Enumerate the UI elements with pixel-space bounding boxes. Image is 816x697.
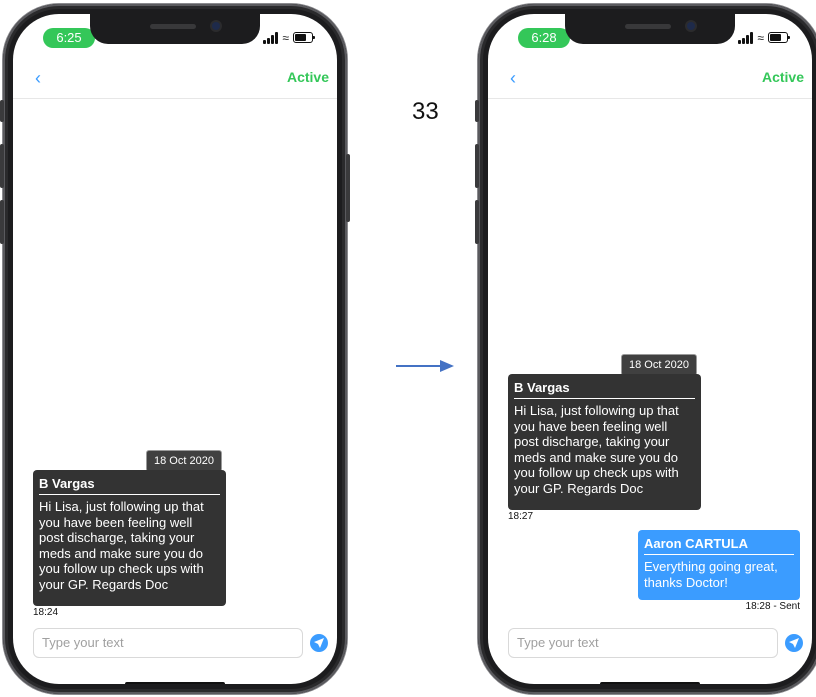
- wifi-icon: ≈: [757, 31, 764, 45]
- mute-switch: [0, 100, 4, 122]
- message-text: Everything going great, thanks Doctor!: [644, 559, 778, 590]
- message-text: Hi Lisa, just following up that you have…: [514, 403, 679, 496]
- message-time: 18:24: [33, 607, 59, 618]
- power-button: [346, 154, 350, 222]
- status-time: 6:25: [43, 28, 95, 48]
- status-icons: ≈: [263, 30, 315, 45]
- message-input[interactable]: Type your text: [508, 628, 778, 658]
- paper-plane-icon: [314, 638, 324, 648]
- battery-icon: [293, 32, 315, 43]
- battery-icon: [768, 32, 790, 43]
- home-indicator[interactable]: [125, 682, 225, 684]
- status-time: 6:28: [518, 28, 570, 48]
- outgoing-message-bubble[interactable]: Aaron CARTULA Everything going great, th…: [638, 530, 800, 600]
- message-input[interactable]: Type your text: [33, 628, 303, 658]
- chat-status: Active: [761, 69, 804, 85]
- step-number: 33: [412, 98, 439, 125]
- message-text: Hi Lisa, just following up that you have…: [39, 499, 204, 592]
- send-button[interactable]: [785, 634, 803, 652]
- signal-icon: [738, 32, 754, 44]
- wifi-icon: ≈: [282, 31, 289, 45]
- nav-bar: ‹ Active: [13, 58, 337, 99]
- screen-left: 6:25 ≈ ‹ Active 18 Oct 2020 B Vargas Hi …: [13, 14, 337, 684]
- back-button[interactable]: ‹: [35, 68, 41, 88]
- back-button[interactable]: ‹: [510, 68, 516, 88]
- incoming-message-bubble[interactable]: B Vargas Hi Lisa, just following up that…: [508, 374, 701, 510]
- mute-switch: [475, 100, 479, 122]
- volume-down-button: [475, 200, 479, 244]
- message-sender: B Vargas: [39, 476, 220, 495]
- paper-plane-icon: [789, 638, 799, 648]
- nav-bar: ‹ Active: [488, 58, 812, 99]
- send-button[interactable]: [310, 634, 328, 652]
- status-icons: ≈: [738, 30, 790, 45]
- message-time-status: 18:28 - Sent: [745, 601, 800, 612]
- home-indicator[interactable]: [600, 682, 700, 684]
- date-chip: 18 Oct 2020: [146, 450, 222, 472]
- message-sender: Aaron CARTULA: [644, 536, 794, 555]
- screen-right: 6:28 ≈ ‹ Active 18 Oct 2020 B Vargas Hi …: [488, 14, 812, 684]
- signal-icon: [263, 32, 279, 44]
- phone-frame-left: 6:25 ≈ ‹ Active 18 Oct 2020 B Vargas Hi …: [0, 4, 350, 694]
- notch: [90, 14, 260, 44]
- volume-down-button: [0, 200, 4, 244]
- date-chip: 18 Oct 2020: [621, 354, 697, 376]
- volume-up-button: [0, 144, 4, 188]
- arrow-right-icon: [396, 360, 454, 372]
- volume-up-button: [475, 144, 479, 188]
- incoming-message-bubble[interactable]: B Vargas Hi Lisa, just following up that…: [33, 470, 226, 606]
- message-time: 18:27: [508, 511, 534, 522]
- notch: [565, 14, 735, 44]
- phone-frame-right: 6:28 ≈ ‹ Active 18 Oct 2020 B Vargas Hi …: [475, 4, 816, 694]
- chat-status: Active: [286, 69, 329, 85]
- message-sender: B Vargas: [514, 380, 695, 399]
